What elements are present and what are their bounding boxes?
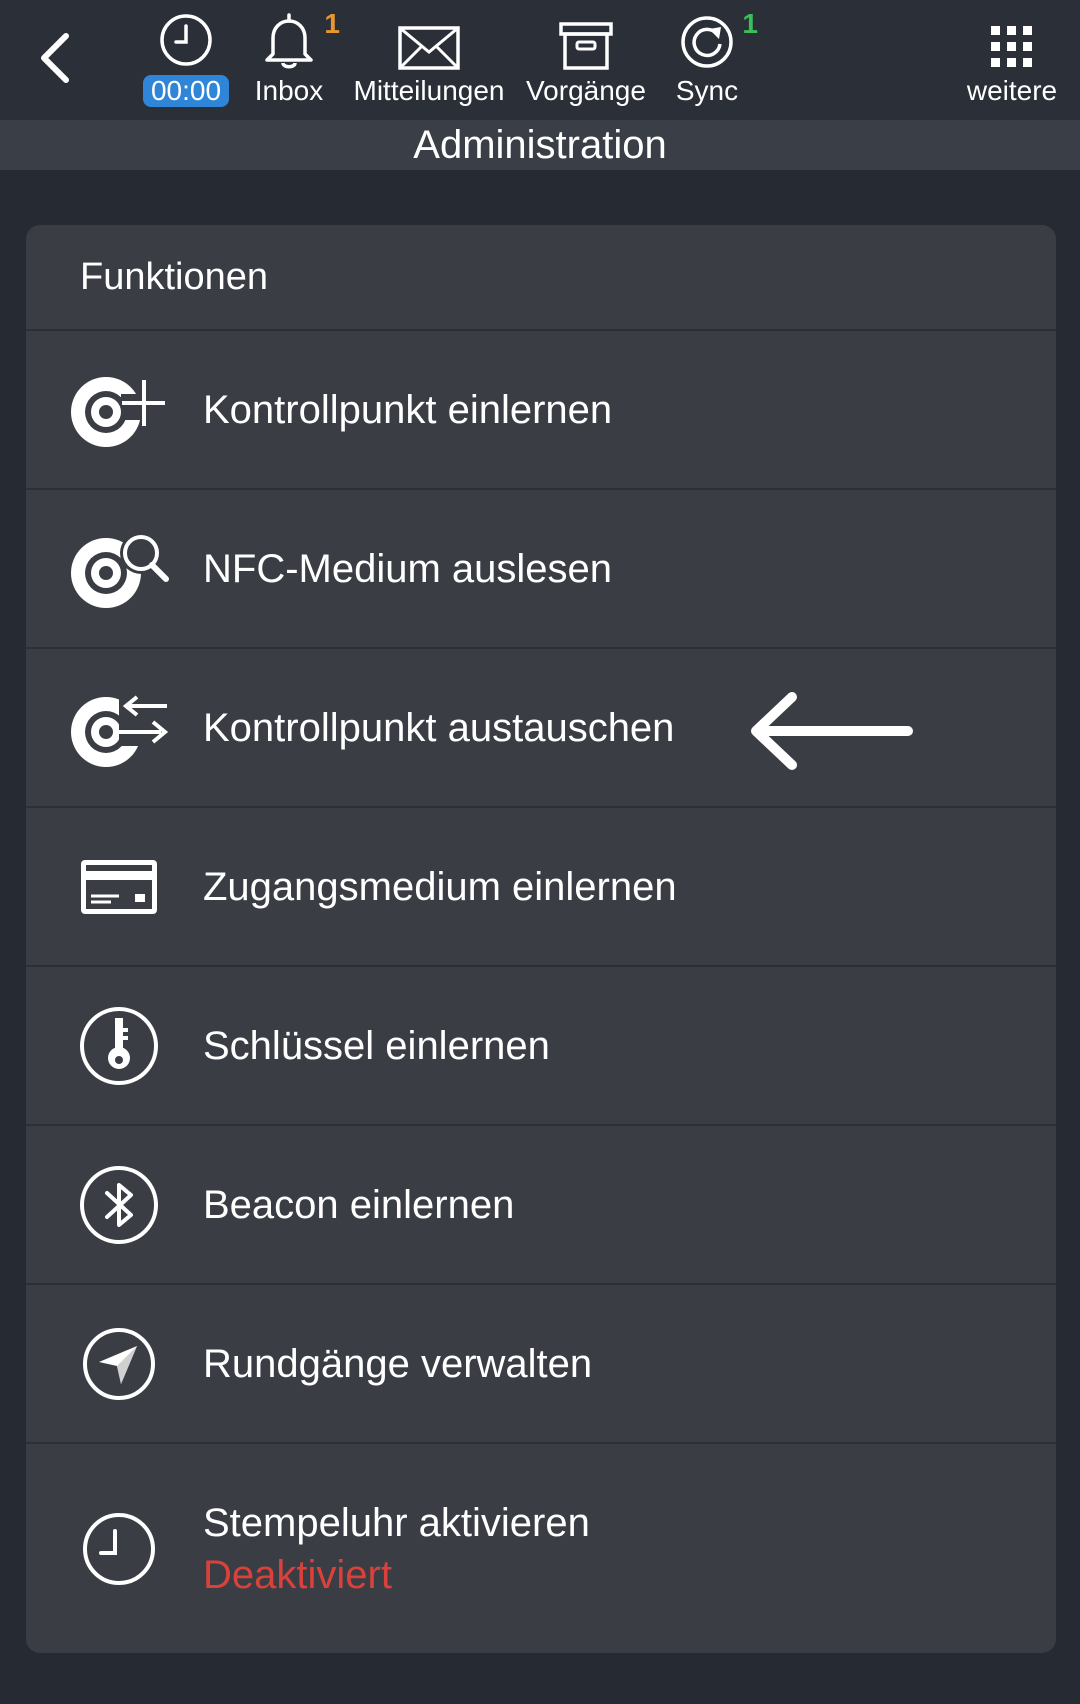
clock-icon bbox=[160, 14, 212, 66]
menu-item-label: Kontrollpunkt austauschen bbox=[203, 705, 675, 750]
menu-item-nfc-read[interactable]: NFC-Medium auslesen bbox=[26, 490, 1056, 649]
sync-button[interactable]: 1 Sync bbox=[662, 0, 758, 120]
sync-badge: 1 bbox=[742, 8, 758, 39]
menu-item-label: NFC-Medium auslesen bbox=[203, 546, 613, 591]
messages-button[interactable]: Mitteilungen bbox=[348, 0, 510, 120]
sync-label: Sync bbox=[675, 75, 739, 106]
chevron-left-icon bbox=[41, 33, 69, 83]
key-circle-icon bbox=[80, 1006, 158, 1085]
menu-item-key-learn[interactable]: Schlüssel einlernen bbox=[26, 967, 1056, 1126]
more-label: weitere bbox=[966, 75, 1058, 106]
card-header: Funktionen bbox=[26, 225, 1056, 331]
checkpoint-swap-icon bbox=[71, 694, 169, 767]
timer-button[interactable]: 00:00 bbox=[138, 0, 234, 120]
menu-item-beacon-learn[interactable]: Beacon einlernen bbox=[26, 1126, 1056, 1285]
functions-card: Funktionen Kontrollpunkt einlernen NFC-M… bbox=[26, 225, 1056, 1653]
inbox-label: Inbox bbox=[254, 75, 324, 106]
bluetooth-circle-icon bbox=[80, 1165, 158, 1244]
menu-item-label: Beacon einlernen bbox=[203, 1182, 515, 1227]
inbox-badge: 1 bbox=[324, 8, 340, 39]
messages-label: Mitteilungen bbox=[353, 75, 505, 106]
checkpoint-search-icon bbox=[71, 531, 169, 608]
navigation-arrow-circle-icon bbox=[83, 1327, 155, 1400]
timer-value: 00:00 bbox=[142, 75, 230, 107]
menu-item-checkpoint-swap[interactable]: Kontrollpunkt austauschen bbox=[26, 649, 1056, 808]
envelope-icon bbox=[398, 26, 460, 70]
back-button[interactable] bbox=[22, 20, 86, 96]
checkpoint-add-icon bbox=[71, 376, 167, 447]
menu-item-checkpoint-learn[interactable]: Kontrollpunkt einlernen bbox=[26, 331, 1056, 490]
title-bar: Administration bbox=[0, 120, 1080, 170]
status-deactivated: Deaktiviert bbox=[203, 1552, 392, 1597]
menu-item-access-medium-learn[interactable]: Zugangsmedium einlernen bbox=[26, 808, 1056, 967]
processes-label: Vorgänge bbox=[526, 75, 646, 106]
processes-button[interactable]: Vorgänge bbox=[520, 0, 652, 120]
menu-item-label: Stempeluhr aktivieren bbox=[203, 1500, 590, 1545]
more-button[interactable]: weitere bbox=[958, 0, 1066, 120]
grid-dots-icon bbox=[991, 26, 1032, 67]
page-title: Administration bbox=[413, 123, 667, 167]
menu-item-label: Rundgänge verwalten bbox=[203, 1341, 593, 1386]
card-header-title: Funktionen bbox=[80, 255, 269, 298]
menu-item-label: Zugangsmedium einlernen bbox=[203, 864, 677, 909]
arrow-left-icon bbox=[751, 692, 913, 770]
access-card-icon bbox=[81, 859, 157, 914]
sync-icon bbox=[681, 16, 733, 68]
archive-box-icon bbox=[559, 22, 613, 70]
top-toolbar: 00:00 1 Inbox Mitteilungen Vorgänge 1 Sy… bbox=[0, 0, 1080, 120]
menu-item-time-clock-activate[interactable]: Stempeluhr aktivieren Deaktiviert bbox=[26, 1444, 1056, 1653]
bell-icon bbox=[265, 13, 313, 69]
menu-item-rounds-manage[interactable]: Rundgänge verwalten bbox=[26, 1285, 1056, 1444]
inbox-button[interactable]: 1 Inbox bbox=[244, 0, 340, 120]
clock-circle-icon bbox=[83, 1512, 155, 1585]
menu-item-label: Schlüssel einlernen bbox=[203, 1023, 550, 1068]
menu-item-label: Kontrollpunkt einlernen bbox=[203, 387, 613, 432]
